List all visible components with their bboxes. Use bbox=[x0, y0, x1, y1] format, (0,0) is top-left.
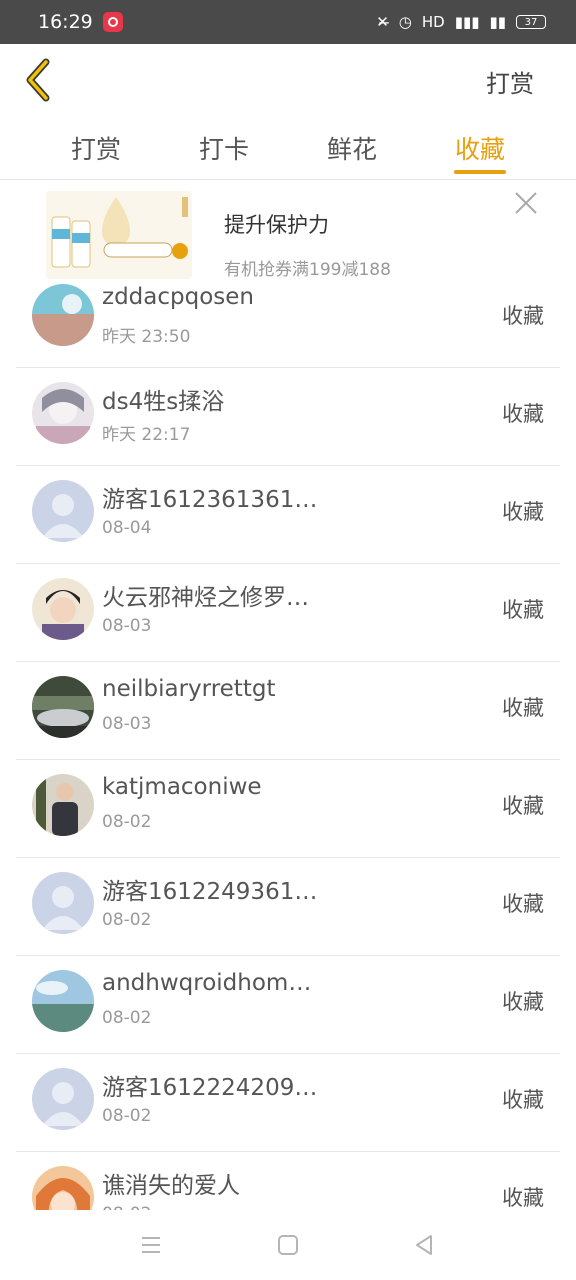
favorite-date: 昨天 22:17 bbox=[102, 425, 191, 445]
avatar bbox=[32, 970, 94, 1032]
favorite-label: 收藏 bbox=[502, 892, 544, 916]
favorite-label: 收藏 bbox=[502, 304, 544, 328]
status-icons: ✕̶ ◷ HD ▮▮▮ ▮▮ 37 bbox=[376, 13, 546, 31]
default-avatar bbox=[32, 1068, 94, 1130]
tab-reward[interactable]: 打赏 bbox=[56, 130, 136, 166]
list-item[interactable]: zddacpqosen 昨天 23:50 收藏 bbox=[16, 270, 560, 368]
user-name: ds4牲s揉浴 bbox=[102, 389, 225, 415]
user-name: zddacpqosen bbox=[102, 284, 254, 310]
back-button[interactable] bbox=[22, 58, 62, 102]
favorite-date: 08-02 bbox=[102, 1008, 152, 1028]
list-item[interactable]: neilbiaryrrettgt 08-03 收藏 bbox=[16, 662, 560, 760]
favorite-date: 08-03 bbox=[102, 714, 152, 734]
user-name: neilbiaryrrettgt bbox=[102, 676, 276, 702]
favorite-label: 收藏 bbox=[502, 500, 544, 524]
tab-bar: 打赏 打卡 鲜花 收藏 bbox=[0, 116, 576, 180]
ad-image bbox=[46, 191, 192, 279]
list-item[interactable]: 游客1612224209… 08-02 收藏 bbox=[16, 1054, 560, 1152]
avatar bbox=[32, 578, 94, 640]
list-item[interactable]: 谯消失的爱人 08-02 收藏 bbox=[16, 1152, 560, 1210]
avatar bbox=[32, 774, 94, 836]
battery-icon: 37 bbox=[516, 15, 546, 29]
user-name: katjmaconiwe bbox=[102, 774, 262, 800]
favorite-date: 08-02 bbox=[102, 910, 152, 930]
favorite-label: 收藏 bbox=[502, 990, 544, 1014]
ad-title: 提升保护力 bbox=[224, 213, 329, 237]
user-name: 谯消失的爱人 bbox=[102, 1173, 240, 1199]
chevron-left-icon bbox=[26, 58, 50, 102]
list-item[interactable]: ds4牲s揉浴 昨天 22:17 收藏 bbox=[16, 368, 560, 466]
ad-banner[interactable]: 提升保护力 有机抢券满199减188 bbox=[0, 181, 576, 281]
favorite-date: 08-03 bbox=[102, 616, 152, 636]
favorite-date: 08-02 bbox=[102, 1106, 152, 1126]
status-time: 16:29 bbox=[38, 11, 93, 33]
default-avatar bbox=[32, 480, 94, 542]
avatar bbox=[32, 382, 94, 444]
tab-checkin[interactable]: 打卡 bbox=[184, 130, 264, 166]
user-name: 游客1612224209… bbox=[102, 1075, 318, 1101]
status-bar: 16:29 ✕̶ ◷ HD ▮▮▮ ▮▮ 37 bbox=[0, 0, 576, 44]
list-item[interactable]: andhwqroidhom… 08-02 收藏 bbox=[16, 956, 560, 1054]
favorite-date: 08-02 bbox=[102, 812, 152, 832]
mute-icon: ✕̶ bbox=[376, 13, 389, 31]
avatar bbox=[32, 284, 94, 346]
default-avatar bbox=[32, 872, 94, 934]
favorite-label: 收藏 bbox=[502, 1088, 544, 1112]
favorite-date: 昨天 23:50 bbox=[102, 327, 191, 347]
avatar bbox=[32, 1166, 94, 1210]
signal-4g-icon-2: ▮▮ bbox=[489, 13, 506, 31]
system-nav-bar bbox=[0, 1210, 576, 1280]
signal-4g-icon: ▮▮▮ bbox=[454, 13, 480, 31]
home-icon[interactable] bbox=[275, 1232, 301, 1258]
favorite-label: 收藏 bbox=[502, 598, 544, 622]
favorites-list: zddacpqosen 昨天 23:50 收藏 ds4牲s揉浴 昨天 22:17… bbox=[0, 270, 576, 1210]
user-name: 游客1612361361… bbox=[102, 487, 318, 513]
menu-icon[interactable] bbox=[138, 1232, 164, 1258]
favorite-label: 收藏 bbox=[502, 1186, 544, 1210]
user-name: andhwqroidhom… bbox=[102, 970, 312, 996]
avatar bbox=[32, 676, 94, 738]
tab-flowers[interactable]: 鲜花 bbox=[312, 130, 392, 166]
favorite-label: 收藏 bbox=[502, 696, 544, 720]
alarm-icon: ◷ bbox=[398, 13, 412, 31]
user-name: 火云邪神烃之修罗… bbox=[102, 585, 309, 611]
active-tab-indicator bbox=[454, 170, 506, 174]
favorite-label: 收藏 bbox=[502, 794, 544, 818]
close-icon[interactable] bbox=[512, 189, 540, 217]
reward-button[interactable]: 打赏 bbox=[486, 64, 534, 99]
list-item[interactable]: 游客1612249361… 08-02 收藏 bbox=[16, 858, 560, 956]
header: 打赏 bbox=[0, 44, 576, 116]
back-triangle-icon[interactable] bbox=[411, 1232, 437, 1258]
list-item[interactable]: 火云邪神烃之修罗… 08-03 收藏 bbox=[16, 564, 560, 662]
list-item[interactable]: katjmaconiwe 08-02 收藏 bbox=[16, 760, 560, 858]
favorite-label: 收藏 bbox=[502, 402, 544, 426]
tab-favorites[interactable]: 收藏 bbox=[440, 130, 520, 166]
list-item[interactable]: 游客1612361361… 08-04 收藏 bbox=[16, 466, 560, 564]
user-name: 游客1612249361… bbox=[102, 879, 318, 905]
hd-icon: HD bbox=[421, 13, 445, 31]
favorite-date: 08-04 bbox=[102, 518, 152, 538]
notification-app-icon bbox=[102, 12, 123, 32]
